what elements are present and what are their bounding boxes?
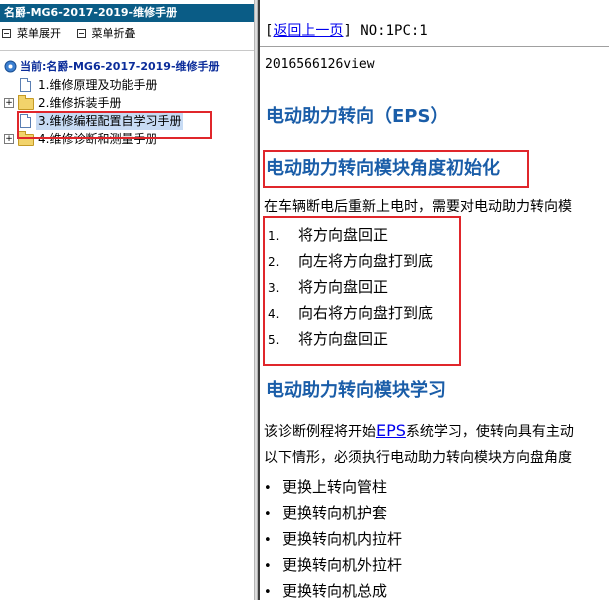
app-window: 名爵-MG6-2017-2019-维修手册 菜单展开 菜单折叠 当前:名爵-MG… [0,0,609,600]
page-icon [20,78,31,92]
collapse-all-button[interactable]: 菜单折叠 [76,25,136,43]
list-item: • 更换转向机护套 [264,500,402,526]
list-item: • 更换转向机总成 [264,578,402,600]
collapse-icon [76,28,86,38]
highlight-box-tree-item [17,111,212,139]
menu-divider [0,50,254,51]
bullet-text: 更换转向机护套 [282,504,388,522]
expand-plus-icon[interactable]: + [4,98,14,108]
page-info: NO:1PC:1 [360,23,428,39]
tree-item-label: 2.维修拆装手册 [38,96,122,110]
bullet: • [264,533,272,548]
expand-all-label: 菜单展开 [17,27,61,40]
folder-icon [18,95,34,110]
tree-root-label: 当前:名爵-MG6-2017-2019-维修手册 [20,60,220,73]
bullet-text: 更换上转向管柱 [282,478,388,496]
eps-link[interactable]: EPS [376,421,406,440]
current-manual-icon [4,60,17,73]
list-item: • 更换转向机外拉杆 [264,552,402,578]
tree-item-label: 1.维修原理及功能手册 [38,78,158,92]
init-intro-text: 在车辆断电后重新上电时，需要对电动助力转向模 [264,199,572,215]
manual-title-bar: 名爵-MG6-2017-2019-维修手册 [0,4,254,22]
tree-item-disassembly-manual[interactable]: + 2.维修拆装手册 [0,94,254,112]
expand-icon [2,28,11,38]
page-nav: [返回上一页] NO:1PC:1 [265,23,428,39]
list-item: • 更换上转向管柱 [264,474,402,500]
bullet-text: 更换转向机外拉杆 [282,556,403,574]
learning-text-pre: 该诊断例程将开始 [264,424,376,440]
document-id: 2016566126view [265,57,375,72]
highlight-box-steps [263,216,461,366]
tree-item-principle-manual[interactable]: 1.维修原理及功能手册 [0,76,254,94]
bullet: • [264,585,272,600]
bullet-text: 更换转向机内拉杆 [282,530,403,548]
replacement-list: • 更换上转向管柱 • 更换转向机护套 • 更换转向机内拉杆 • 更换转向机外拉杆 • 更… [264,474,402,600]
document-pane: [返回上一页] NO:1PC:1 2016566126view 电动助力转向（E… [260,0,609,600]
bullet: • [264,481,272,496]
bullet-text: 更换转向机总成 [282,582,388,600]
section-title: 电动助力转向（EPS） [266,106,449,127]
expand-plus-icon[interactable]: + [4,134,14,144]
expand-all-button[interactable]: 菜单展开 [2,25,61,43]
subsection-title-learning: 电动助力转向模块学习 [266,380,446,401]
collapse-all-label: 菜单折叠 [91,27,136,40]
bullet: • [264,559,272,574]
learning-text-line1: 该诊断例程将开始EPS系统学习，使转向具有主动 [264,421,574,441]
navigation-pane: 名爵-MG6-2017-2019-维修手册 菜单展开 菜单折叠 当前:名爵-MG… [0,0,254,600]
menu-bar: 菜单展开 菜单折叠 [0,25,254,43]
back-link[interactable]: 返回上一页 [273,23,343,39]
list-item: • 更换转向机内拉杆 [264,526,402,552]
learning-text-post: 系统学习，使转向具有主动 [405,424,574,440]
highlight-box-subsection [263,150,529,188]
bullet: • [264,507,272,522]
tree-root[interactable]: 当前:名爵-MG6-2017-2019-维修手册 [0,58,254,76]
learning-text-line2: 以下情形，必须执行电动助力转向模块方向盘角度 [264,450,572,466]
header-rule [260,46,609,47]
